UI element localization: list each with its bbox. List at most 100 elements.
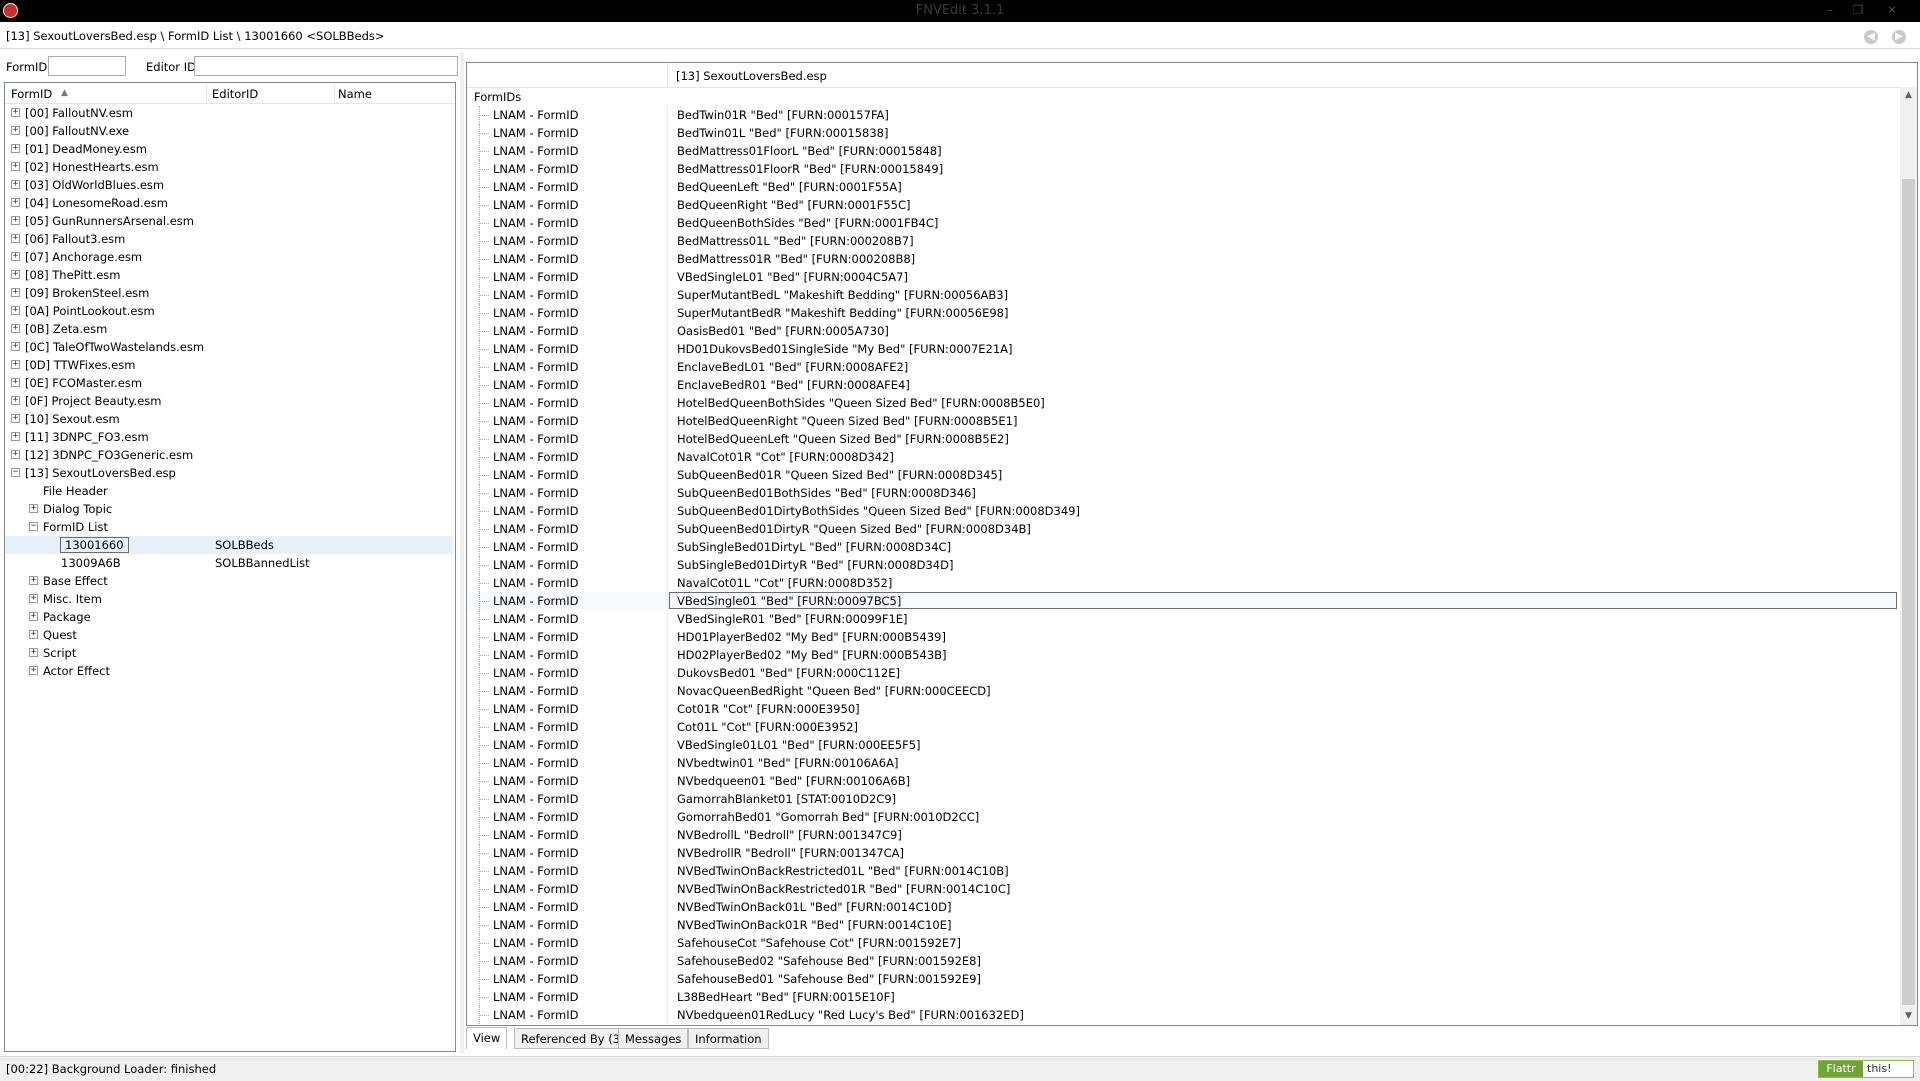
tree-node[interactable]: + [01] DeadMoney.esm [5,140,453,158]
expand-icon[interactable]: + [29,612,38,621]
formid-value[interactable]: NVBedTwinOnBackRestricted01L "Bed" [FURN… [677,864,1009,878]
tab-messages[interactable]: Messages [618,1028,689,1049]
formid-row[interactable]: LNAM - FormID BedQueenRight "Bed" [FURN:0… [467,196,1897,214]
expand-icon[interactable]: + [11,234,20,243]
formid-value[interactable]: GomorrahBed01 "Gomorrah Bed" [FURN:0010D… [677,810,979,824]
formid-row[interactable]: LNAM - FormID NVBedrollR "Bedroll" [FURN:… [467,844,1897,862]
formid-row[interactable]: LNAM - FormID BedQueenLeft "Bed" [FURN:00… [467,178,1897,196]
formid-value[interactable]: SafehouseBed01 "Safehouse Bed" [FURN:001… [677,972,981,986]
formid-value[interactable]: SafehouseCot "Safehouse Cot" [FURN:00159… [677,936,961,950]
expand-icon[interactable]: + [29,504,38,513]
formid-row[interactable]: LNAM - FormID HD01PlayerBed02 "My Bed" [F… [467,628,1897,646]
expand-icon[interactable]: + [11,432,20,441]
tree-node[interactable]: + [0B] Zeta.esm [5,320,453,338]
expand-icon[interactable]: + [29,594,38,603]
tree-node[interactable]: − [13] SexoutLoversBed.esp [5,464,453,482]
expand-icon[interactable]: + [11,108,20,117]
tree-node[interactable]: + [07] Anchorage.esm [5,248,453,266]
formid-value[interactable]: HD02PlayerBed02 "My Bed" [FURN:000B543B] [677,648,947,662]
formid-row[interactable]: LNAM - FormID VBedSingleL01 "Bed" [FURN:0… [467,268,1897,286]
formid-value[interactable]: GamorrahBlanket01 [STAT:0010D2C9] [677,792,896,806]
formid-row[interactable]: LNAM - FormID SubSingleBed01DirtyL "Bed" … [467,538,1897,556]
formid-row[interactable]: LNAM - FormID Cot01L "Cot" [FURN:000E3952… [467,718,1897,736]
formid-value[interactable]: SubQueenBed01DirtyBothSides "Queen Sized… [677,504,1080,518]
formid-value[interactable]: NavalCot01L "Cot" [FURN:0008D352] [677,576,892,590]
formid-value[interactable]: HotelBedQueenBothSides "Queen Sized Bed"… [677,396,1045,410]
formid-value[interactable]: VBedSingleR01 "Bed" [FURN:00099F1E] [677,612,908,626]
formid-value[interactable]: HD01PlayerBed02 "My Bed" [FURN:000B5439] [677,630,946,644]
tab-information[interactable]: Information [688,1028,769,1049]
formid-row[interactable]: LNAM - FormID SubQueenBed01DirtyR "Queen … [467,520,1897,538]
tree-node[interactable]: + Package [5,608,453,626]
formid-value[interactable]: SubQueenBed01DirtyR "Queen Sized Bed" [F… [677,522,1031,536]
flattr-button[interactable]: Flattr this! [1818,1060,1914,1078]
formid-value[interactable]: SuperMutantBedL "Makeshift Bedding" [FUR… [677,288,1008,302]
formid-value[interactable]: NVbedqueen01 "Bed" [FURN:00106A6B] [677,774,910,788]
formid-row[interactable]: LNAM - FormID SubQueenBed01BothSides "Bed… [467,484,1897,502]
formid-filter-input[interactable] [48,56,126,76]
formid-row[interactable]: LNAM - FormID BedMattress01FloorR "Bed" [… [467,160,1897,178]
formid-row[interactable]: LNAM - FormID NavalCot01R "Cot" [FURN:000… [467,448,1897,466]
formid-row[interactable]: LNAM - FormID NVBedTwinOnBackRestricted01… [467,862,1897,880]
formid-row[interactable]: LNAM - FormID SubQueenBed01R "Queen Sized… [467,466,1897,484]
collapse-icon[interactable]: − [29,522,38,531]
tree-node[interactable]: + [12] 3DNPC_FO3Generic.esm [5,446,453,464]
tree-node[interactable]: + [03] OldWorldBlues.esm [5,176,453,194]
formid-row[interactable]: LNAM - FormID NVBedrollL "Bedroll" [FURN:… [467,826,1897,844]
expand-icon[interactable]: + [11,216,20,225]
tree-node[interactable]: + [05] GunRunnersArsenal.esm [5,212,453,230]
formid-value[interactable]: L38BedHeart "Bed" [FURN:0015E10F] [677,990,895,1004]
formid-value[interactable]: NVBedTwinOnBackRestricted01R "Bed" [FURN… [677,882,1010,896]
tree-node[interactable]: + Quest [5,626,453,644]
tree-node[interactable]: + Actor Effect [5,662,453,680]
editorid-filter-input[interactable] [194,56,458,76]
formid-row[interactable]: LNAM - FormID NavalCot01L "Cot" [FURN:000… [467,574,1897,592]
formid-value[interactable]: NVbedtwin01 "Bed" [FURN:00106A6A] [677,756,898,770]
formid-row[interactable]: LNAM - FormID SafehouseBed02 "Safehouse B… [467,952,1897,970]
record-tree[interactable]: FormID ▲ EditorID Name + [00] FalloutNV.e… [4,82,456,1052]
formid-row[interactable]: LNAM - FormID NVBedTwinOnBack01R "Bed" [F… [467,916,1897,934]
tree-node[interactable]: + [00] FalloutNV.esm [5,104,453,122]
formid-row[interactable]: LNAM - FormID NovacQueenBedRight "Queen B… [467,682,1897,700]
formid-row[interactable]: LNAM - FormID SubQueenBed01DirtyBothSides… [467,502,1897,520]
expand-icon[interactable]: + [11,324,20,333]
formid-row[interactable]: LNAM - FormID GamorrahBlanket01 [STAT:001… [467,790,1897,808]
formid-value[interactable]: NVBedTwinOnBack01R "Bed" [FURN:0014C10E] [677,918,951,932]
tree-node[interactable]: + [09] BrokenSteel.esm [5,284,453,302]
col-header-name[interactable]: Name [338,87,372,101]
formid-row[interactable]: LNAM - FormID HotelBedQueenRight "Queen S… [467,412,1897,430]
formid-value[interactable]: BedMattress01L "Bed" [FURN:000208B7] [677,234,914,248]
tree-node[interactable]: + Script [5,644,453,662]
formid-value[interactable]: SubSingleBed01DirtyR "Bed" [FURN:0008D34… [677,558,953,572]
tree-node[interactable]: + [0E] FCOMaster.esm [5,374,453,392]
expand-icon[interactable]: + [11,342,20,351]
formid-value[interactable]: NovacQueenBedRight "Queen Bed" [FURN:000… [677,684,991,698]
expand-icon[interactable]: + [11,252,20,261]
expand-icon[interactable]: + [11,126,20,135]
back-arrow-icon[interactable]: ◀ [1864,30,1878,44]
formid-row[interactable]: LNAM - FormID BedTwin01R "Bed" [FURN:0001… [467,106,1897,124]
formid-row[interactable]: LNAM - FormID BedQueenBothSides "Bed" [FU… [467,214,1897,232]
tree-node[interactable]: + [00] FalloutNV.exe [5,122,453,140]
collapse-icon[interactable]: − [11,468,20,477]
formid-value[interactable]: BedMattress01R "Bed" [FURN:000208B8] [677,252,915,266]
expand-icon[interactable]: + [11,414,20,423]
formid-value[interactable]: HotelBedQueenRight "Queen Sized Bed" [FU… [677,414,1017,428]
formid-value[interactable]: NVBedrollL "Bedroll" [FURN:001347C9] [677,828,902,842]
formid-value[interactable]: Cot01L "Cot" [FURN:000E3952] [677,720,858,734]
maximize-button[interactable]: ❐ [1846,2,1870,18]
expand-icon[interactable]: + [11,162,20,171]
formid-value[interactable]: EnclaveBedL01 "Bed" [FURN:0008AFE2] [677,360,908,374]
tree-node[interactable]: + [10] Sexout.esm [5,410,453,428]
formid-row[interactable]: LNAM - FormID EnclaveBedR01 "Bed" [FURN:0… [467,376,1897,394]
formid-row[interactable]: LNAM - FormID SuperMutantBedL "Makeshift … [467,286,1897,304]
formid-value[interactable]: VBedSingle01L01 "Bed" [FURN:000EE5F5] [677,738,921,752]
formid-row[interactable]: LNAM - FormID NVBedTwinOnBackRestricted01… [467,880,1897,898]
formid-row[interactable]: LNAM - FormID VBedSingle01 "Bed" [FURN:00… [467,592,1897,610]
tree-node[interactable]: − FormID List [5,518,453,536]
formid-row[interactable]: LNAM - FormID HotelBedQueenLeft "Queen Si… [467,430,1897,448]
expand-icon[interactable]: + [11,360,20,369]
expand-icon[interactable]: + [11,306,20,315]
tree-node[interactable]: + [0D] TTWFixes.esm [5,356,453,374]
formid-value[interactable]: DukovsBed01 "Bed" [FURN:000C112E] [677,666,900,680]
